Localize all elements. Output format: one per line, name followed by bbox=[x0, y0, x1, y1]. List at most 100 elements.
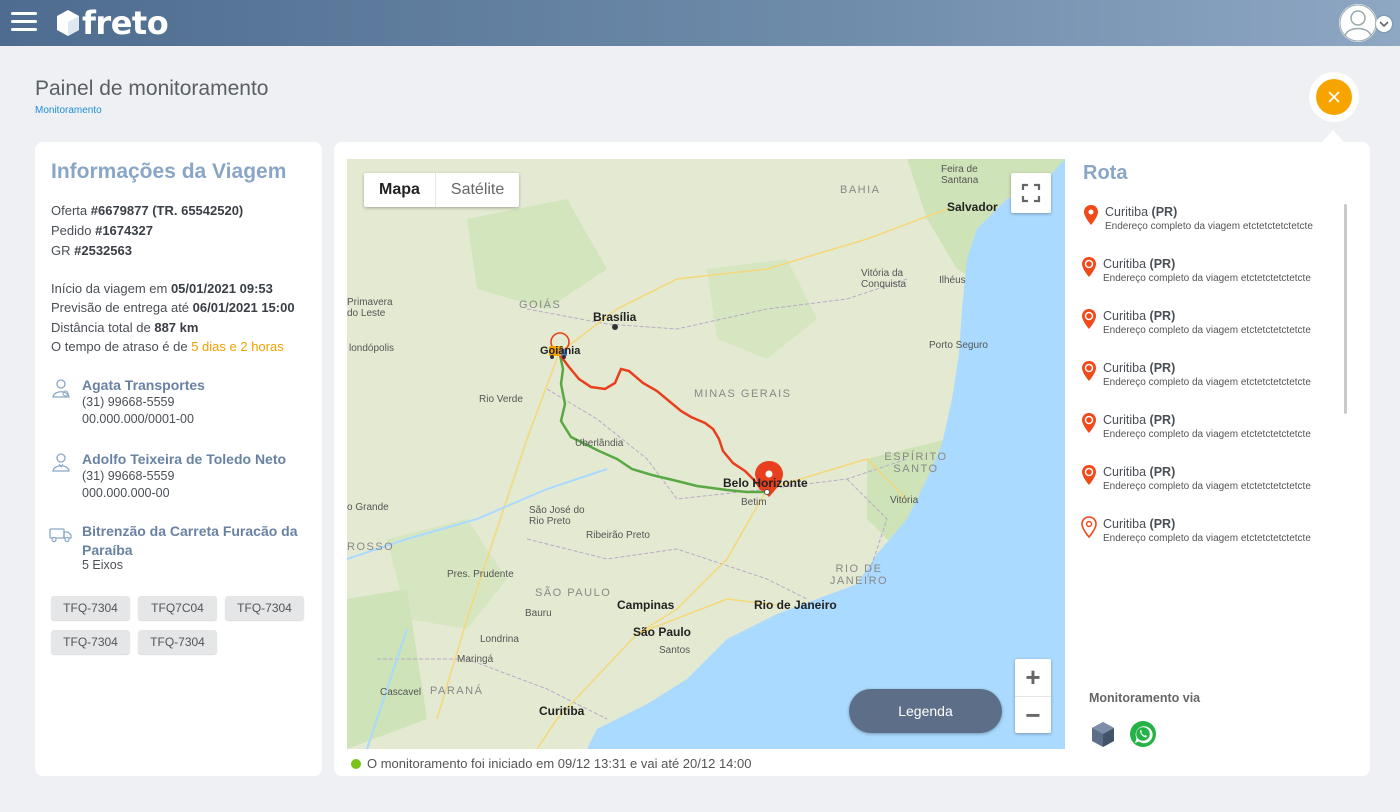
stop-address: Endereço completo da viagem etctetctetct… bbox=[1105, 221, 1313, 232]
map-label-vconquista: Vitória da Conquista bbox=[861, 268, 907, 290]
gr-line: GR #2532563 bbox=[51, 243, 132, 258]
carrier-name: Agata Transportes bbox=[82, 377, 205, 393]
map-label-bahia: BAHIA bbox=[840, 184, 881, 196]
map-label-goias: GOIÁS bbox=[519, 299, 562, 311]
location-pin-icon bbox=[1082, 413, 1096, 433]
legend-button[interactable]: Legenda bbox=[849, 689, 1002, 733]
location-pin-icon bbox=[1084, 205, 1098, 225]
map-type-map-button[interactable]: Mapa bbox=[364, 173, 435, 207]
map-label-feira: Feira de Santana bbox=[941, 164, 979, 186]
stop-city: Curitiba (PR) bbox=[1103, 465, 1176, 479]
map-label-cascavel: Cascavel bbox=[380, 687, 422, 698]
map-label-ilheus: Ilhéus bbox=[939, 275, 966, 286]
oferta-line: Oferta #6679877 (TR. 65542520) bbox=[51, 203, 244, 218]
map-canvas[interactable] bbox=[347, 159, 1065, 749]
stop-city: Curitiba (PR) bbox=[1103, 257, 1176, 271]
map-label-uberlandia: Uberlândia bbox=[575, 438, 624, 449]
map-label-santos: Santos bbox=[659, 645, 691, 656]
carrier-person-icon bbox=[52, 379, 70, 398]
map-label-minas: MINAS GERAIS bbox=[694, 388, 792, 400]
truck-icon bbox=[49, 528, 72, 543]
brand-name: freto bbox=[82, 4, 169, 42]
route-stop[interactable]: Curitiba (PR) Endereço completo da viage… bbox=[1080, 256, 1328, 300]
route-stop[interactable]: Curitiba (PR) Endereço completo da viage… bbox=[1080, 464, 1328, 508]
freto-cube-icon[interactable] bbox=[1089, 720, 1117, 748]
map-label-rj-state: RIO DE JANEIRO bbox=[829, 563, 889, 587]
driver-block: Adolfo Teixeira de Toledo Neto (31) 9966… bbox=[51, 450, 311, 506]
driver-person-icon bbox=[52, 453, 70, 472]
monitoring-status-text: O monitoramento foi iniciado em 09/12 13… bbox=[367, 756, 752, 771]
cube-logo-icon bbox=[57, 10, 79, 36]
location-pin-icon bbox=[1082, 361, 1096, 381]
zoom-in-button[interactable]: + bbox=[1015, 659, 1051, 696]
route-stop[interactable]: Curitiba (PR) Endereço completo da viage… bbox=[1080, 516, 1328, 560]
zoom-out-button[interactable]: − bbox=[1015, 696, 1051, 733]
distance-line: Distância total de 887 km bbox=[51, 319, 199, 335]
vehicle-name: Bitrenzão da Carreta Furacão da Paraíba bbox=[82, 523, 298, 558]
map-label-brasilia: Brasília bbox=[593, 310, 637, 324]
top-bar: freto bbox=[0, 0, 1400, 46]
map-label-sp-state: SÃO PAULO bbox=[535, 587, 612, 599]
map-label-salvador: Salvador bbox=[947, 200, 998, 214]
whatsapp-icon[interactable] bbox=[1129, 720, 1157, 748]
monitoring-channels bbox=[1089, 720, 1169, 748]
location-pin-icon bbox=[1082, 309, 1096, 329]
route-stop[interactable]: Curitiba (PR) Endereço completo da viage… bbox=[1080, 308, 1328, 352]
user-icon bbox=[1339, 4, 1377, 42]
close-icon bbox=[1328, 91, 1340, 103]
map-label-portoseguro: Porto Seguro bbox=[929, 340, 988, 351]
stop-city: Curitiba (PR) bbox=[1105, 205, 1178, 219]
map-label-ms: ROSSO bbox=[347, 541, 395, 553]
monitoring-card: BAHIA Salvador GOIÁS Brasília Goiânia MI… bbox=[334, 142, 1370, 776]
status-dot-icon bbox=[351, 758, 361, 769]
stop-address: Endereço completo da viagem etctetctetct… bbox=[1103, 377, 1311, 388]
plate-badge[interactable]: TFQ7C04 bbox=[138, 596, 217, 620]
route-list-scrollbar[interactable] bbox=[1344, 204, 1347, 414]
trip-ids: Oferta #6679877 (TR. 65542520) Pedido #1… bbox=[51, 201, 243, 261]
location-pin-icon bbox=[1082, 257, 1096, 277]
plate-badge[interactable]: TFQ-7304 bbox=[51, 596, 130, 620]
map-label-betim: Betim bbox=[741, 497, 767, 508]
plate-badge[interactable]: TFQ-7304 bbox=[51, 630, 130, 654]
chevron-down-icon[interactable] bbox=[1376, 16, 1392, 32]
map-type-toggle: Mapa Satélite bbox=[364, 173, 520, 207]
plate-badge[interactable]: TFQ-7304 bbox=[225, 596, 304, 620]
plate-badge[interactable]: TFQ-7304 bbox=[138, 630, 217, 654]
map-label-goiania: Goiânia bbox=[540, 345, 581, 357]
route-stop-list[interactable]: Curitiba (PR) Endereço completo da viage… bbox=[1080, 204, 1330, 564]
map-label-rondo: londópolis bbox=[349, 343, 395, 354]
close-button[interactable] bbox=[1316, 79, 1352, 115]
map-label-vitoria: Vitória bbox=[890, 495, 919, 506]
fullscreen-button[interactable] bbox=[1011, 173, 1051, 213]
monitoring-status: O monitoramento foi iniciado em 09/12 13… bbox=[351, 756, 751, 771]
route-stop[interactable]: Curitiba (PR) Endereço completo da viage… bbox=[1080, 412, 1328, 456]
vehicle-axles: 5 Eixos bbox=[82, 558, 123, 572]
breadcrumb[interactable]: Monitoramento bbox=[35, 105, 102, 116]
menu-icon[interactable] bbox=[11, 12, 37, 32]
carrier-block: Agata Transportes (31) 99668-5559 00.000… bbox=[51, 376, 311, 432]
map-label-grande: o Grande bbox=[347, 502, 389, 513]
driver-doc: 000.000.000-00 bbox=[82, 486, 170, 500]
fullscreen-icon bbox=[1021, 183, 1041, 203]
brand-logo[interactable]: freto bbox=[56, 4, 169, 42]
route-stop[interactable]: Curitiba (PR) Endereço completo da viage… bbox=[1080, 360, 1328, 404]
stop-city: Curitiba (PR) bbox=[1103, 361, 1176, 375]
route-title: Rota bbox=[1083, 162, 1128, 184]
carrier-doc: 00.000.000/0001-00 bbox=[82, 412, 194, 426]
map-label-ribeirao: Ribeirão Preto bbox=[586, 530, 650, 541]
map-label-bh: Belo Horizonte bbox=[723, 476, 808, 490]
map-label-curitiba: Curitiba bbox=[539, 704, 585, 718]
map-label-bauru: Bauru bbox=[525, 608, 552, 619]
stop-address: Endereço completo da viagem etctetctetct… bbox=[1103, 325, 1311, 336]
user-avatar[interactable] bbox=[1339, 4, 1377, 42]
map-view[interactable]: BAHIA Salvador GOIÁS Brasília Goiânia MI… bbox=[347, 159, 1065, 749]
map-label-parana: PARANÁ bbox=[430, 685, 484, 697]
stop-address: Endereço completo da viagem etctetctetct… bbox=[1103, 429, 1311, 440]
map-label-es: ESPÍRITO SANTO bbox=[884, 451, 948, 475]
map-type-satellite-button[interactable]: Satélite bbox=[434, 173, 519, 207]
stop-city: Curitiba (PR) bbox=[1103, 413, 1176, 427]
route-stop[interactable]: Curitiba (PR) Endereço completo da viage… bbox=[1082, 204, 1330, 248]
plates-list: TFQ-7304 TFQ7C04 TFQ-7304 TFQ-7304 TFQ-7304 bbox=[51, 596, 313, 664]
stop-address: Endereço completo da viagem etctetctetct… bbox=[1103, 273, 1311, 284]
map-label-riverde: Rio Verde bbox=[479, 394, 523, 405]
